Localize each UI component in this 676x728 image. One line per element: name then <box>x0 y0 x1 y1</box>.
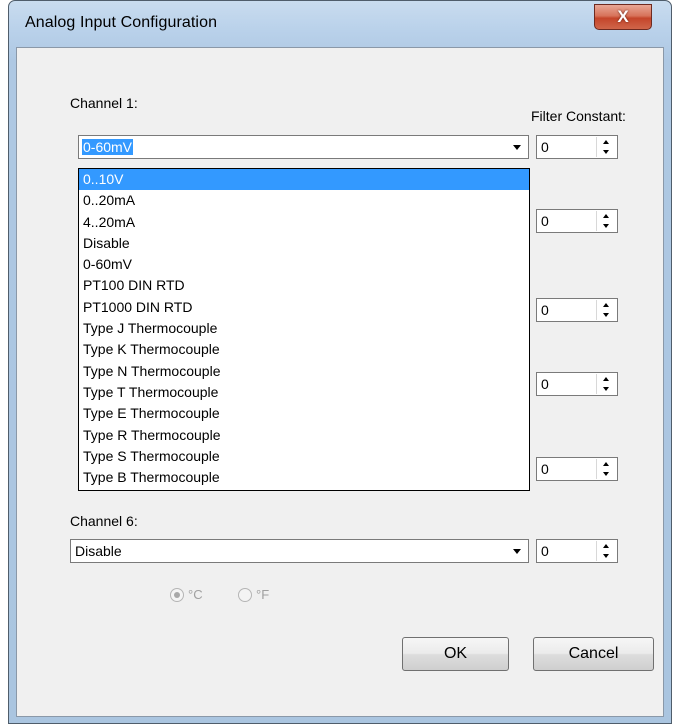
chevron-down-icon[interactable] <box>507 137 527 157</box>
dropdown-option[interactable]: Disable <box>79 233 529 254</box>
dropdown-option[interactable]: Type T Thermocouple <box>79 382 529 403</box>
cancel-button[interactable]: Cancel <box>533 637 654 671</box>
filter-value-1: 0 <box>541 139 549 155</box>
fahrenheit-label: °F <box>256 587 270 602</box>
filter-value-3: 0 <box>541 302 549 318</box>
close-button[interactable]: X <box>594 4 652 30</box>
close-icon: X <box>617 7 629 26</box>
spin-down-icon[interactable] <box>597 384 616 394</box>
channel6-value: Disable <box>75 543 122 559</box>
channel1-dropdown-list[interactable]: 0..10V 0..20mA 4..20mA Disable 0-60mV PT100 D… <box>78 168 530 491</box>
filter-constant-6[interactable]: 0 <box>536 539 618 563</box>
spin-up-icon[interactable] <box>597 137 616 147</box>
filter-value-5: 0 <box>541 461 549 477</box>
ok-button[interactable]: OK <box>402 637 509 671</box>
dropdown-option[interactable]: Type R Thermocouple <box>79 425 529 446</box>
spin-up-icon[interactable] <box>597 459 616 469</box>
filter-value-4: 0 <box>541 376 549 392</box>
channel6-select[interactable]: Disable <box>70 539 529 563</box>
filter-constant-label: Filter Constant: <box>531 108 626 124</box>
dropdown-option[interactable]: 0..10V <box>79 169 529 191</box>
dropdown-option[interactable]: Type S Thermocouple <box>79 446 529 467</box>
dropdown-option[interactable]: PT100 DIN RTD <box>79 275 529 296</box>
chevron-down-icon[interactable] <box>507 541 527 561</box>
channel1-value: 0-60mV <box>82 139 134 155</box>
spin-up-icon[interactable] <box>597 541 616 551</box>
dropdown-option[interactable]: 4..20mA <box>79 212 529 233</box>
celsius-label: °C <box>188 587 203 602</box>
filter-constant-4[interactable]: 0 <box>536 372 618 396</box>
filter-constant-3[interactable]: 0 <box>536 298 618 322</box>
dropdown-option[interactable]: 0-60mV <box>79 254 529 275</box>
channel6-label: Channel 6: <box>70 513 138 529</box>
channel1-label: Channel 1: <box>70 95 138 111</box>
dropdown-option[interactable]: Type N Thermocouple <box>79 361 529 382</box>
spin-down-icon[interactable] <box>597 469 616 479</box>
spin-down-icon[interactable] <box>597 221 616 231</box>
dropdown-option[interactable]: Type B Thermocouple <box>79 467 529 488</box>
window-title: Analog Input Configuration <box>25 14 218 31</box>
channel1-select[interactable]: 0-60mV <box>78 135 529 159</box>
filter-value-2: 0 <box>541 213 549 229</box>
dialog-window: Analog Input Configuration X Channel 1: … <box>8 0 672 724</box>
dialog-body: Channel 1: Filter Constant: 0-60mV 0 0 0… <box>16 47 664 717</box>
dropdown-option[interactable]: Type E Thermocouple <box>79 403 529 424</box>
filter-constant-5[interactable]: 0 <box>536 457 618 481</box>
spin-up-icon[interactable] <box>597 211 616 221</box>
title-bar[interactable]: Analog Input Configuration X <box>9 1 671 47</box>
spin-down-icon[interactable] <box>597 310 616 320</box>
filter-constant-1[interactable]: 0 <box>536 135 618 159</box>
filter-value-6: 0 <box>541 543 549 559</box>
dropdown-option[interactable]: Type J Thermocouple <box>79 318 529 339</box>
spin-up-icon[interactable] <box>597 374 616 384</box>
celsius-radio[interactable] <box>170 588 184 602</box>
fahrenheit-radio[interactable] <box>238 588 252 602</box>
filter-constant-2[interactable]: 0 <box>536 209 618 233</box>
spin-down-icon[interactable] <box>597 147 616 157</box>
spin-down-icon[interactable] <box>597 551 616 561</box>
dropdown-option[interactable]: PT1000 DIN RTD <box>79 297 529 318</box>
spin-up-icon[interactable] <box>597 300 616 310</box>
dropdown-option[interactable]: Type K Thermocouple <box>79 339 529 360</box>
dropdown-option[interactable]: 0..20mA <box>79 190 529 211</box>
